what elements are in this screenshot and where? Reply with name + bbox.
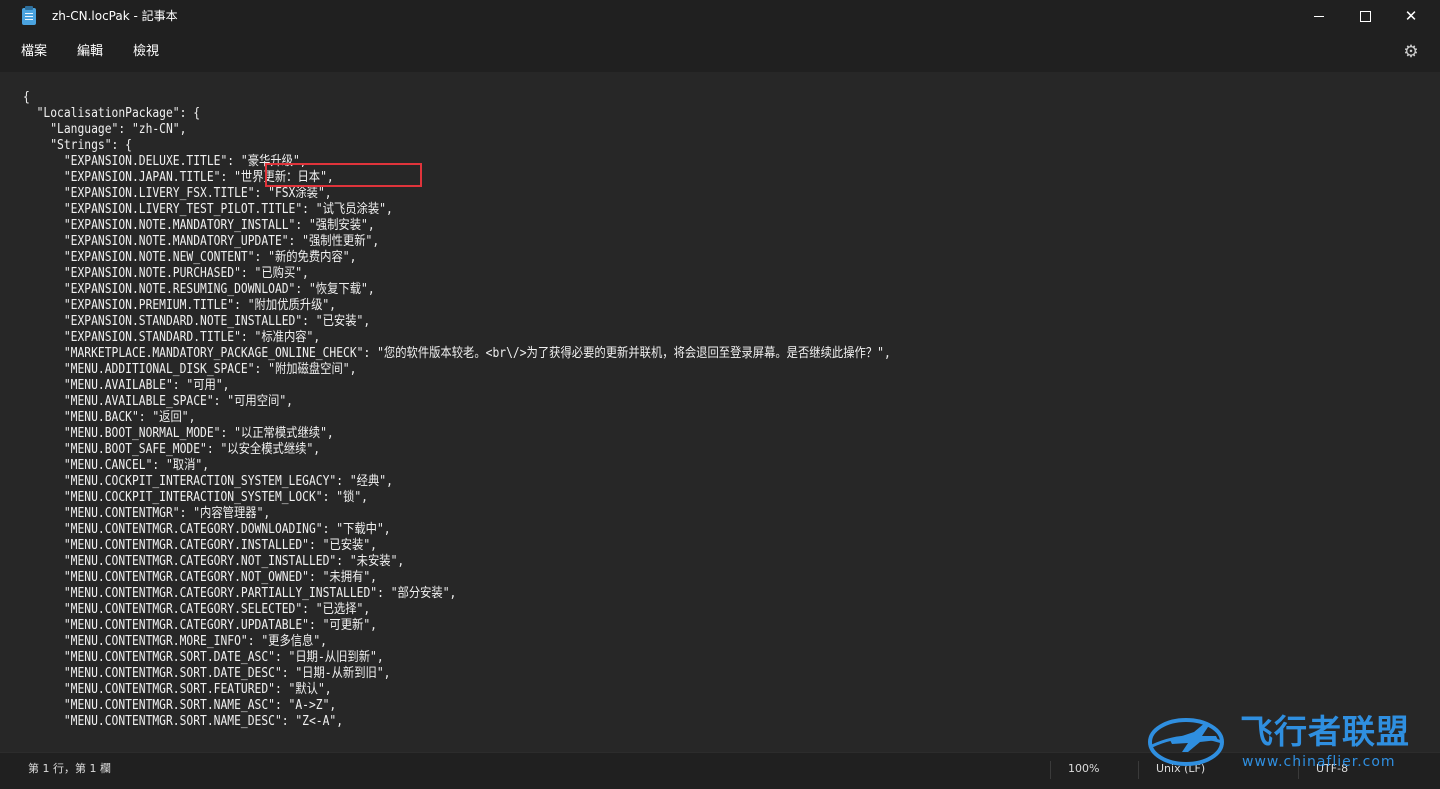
status-divider	[1050, 761, 1051, 779]
code-line[interactable]: "EXPANSION.NOTE.PURCHASED": "已购买",	[23, 266, 891, 282]
code-line[interactable]: "MENU.CONTENTMGR.MORE_INFO": "更多信息",	[23, 634, 891, 650]
code-line[interactable]: "EXPANSION.NOTE.MANDATORY_INSTALL": "强制安…	[23, 218, 891, 234]
editor-content[interactable]: { "LocalisationPackage": { "Language": "…	[23, 90, 891, 730]
notepad-icon	[22, 6, 36, 25]
minimize-button[interactable]	[1296, 0, 1342, 32]
cursor-position: 第 1 行，第 1 欄	[28, 762, 111, 775]
code-line[interactable]: "MENU.CONTENTMGR.SORT.FEATURED": "默认",	[23, 682, 891, 698]
code-line[interactable]: "EXPANSION.NOTE.MANDATORY_UPDATE": "强制性更…	[23, 234, 891, 250]
code-line[interactable]: "Strings": {	[23, 138, 891, 154]
code-line[interactable]: "MENU.ADDITIONAL_DISK_SPACE": "附加磁盘空间",	[23, 362, 891, 378]
code-line[interactable]: "MENU.COCKPIT_INTERACTION_SYSTEM_LOCK": …	[23, 490, 891, 506]
maximize-button[interactable]	[1342, 0, 1388, 32]
close-icon: ✕	[1404, 7, 1418, 25]
maximize-icon	[1359, 10, 1371, 22]
code-line[interactable]: "MENU.CONTENTMGR.CATEGORY.PARTIALLY_INST…	[23, 586, 891, 602]
zoom-level: 100%	[1068, 762, 1100, 775]
code-line[interactable]: "MENU.CONTENTMGR.CATEGORY.SELECTED": "已选…	[23, 602, 891, 618]
highlight-box	[265, 163, 422, 187]
window-title: zh-CN.locPak - 記事本	[52, 9, 178, 23]
code-line[interactable]: "MENU.COCKPIT_INTERACTION_SYSTEM_LEGACY"…	[23, 474, 891, 490]
code-line[interactable]: "MENU.BOOT_NORMAL_MODE": "以正常模式继续",	[23, 426, 891, 442]
code-line[interactable]: "MENU.AVAILABLE_SPACE": "可用空间",	[23, 394, 891, 410]
code-line[interactable]: "MENU.CANCEL": "取消",	[23, 458, 891, 474]
code-line[interactable]: "MENU.CONTENTMGR.SORT.DATE_ASC": "日期-从旧到…	[23, 650, 891, 666]
code-line[interactable]: "MENU.CONTENTMGR": "内容管理器",	[23, 506, 891, 522]
code-line[interactable]: "Language": "zh-CN",	[23, 122, 891, 138]
code-line[interactable]: "EXPANSION.PREMIUM.TITLE": "附加优质升级",	[23, 298, 891, 314]
code-line[interactable]: "MENU.CONTENTMGR.SORT.DATE_DESC": "日期-从新…	[23, 666, 891, 682]
code-line[interactable]: "MENU.CONTENTMGR.CATEGORY.INSTALLED": "已…	[23, 538, 891, 554]
code-line[interactable]: "MENU.CONTENTMGR.CATEGORY.DOWNLOADING": …	[23, 522, 891, 538]
code-line[interactable]: "MENU.CONTENTMGR.CATEGORY.UPDATABLE": "可…	[23, 618, 891, 634]
code-line[interactable]: "EXPANSION.STANDARD.NOTE_INSTALLED": "已安…	[23, 314, 891, 330]
code-line[interactable]: "MENU.BOOT_SAFE_MODE": "以安全模式继续",	[23, 442, 891, 458]
code-line[interactable]: "EXPANSION.DELUXE.TITLE": "豪华升级",	[23, 154, 891, 170]
code-line[interactable]: {	[23, 90, 891, 106]
code-line[interactable]: "MENU.CONTENTMGR.CATEGORY.NOT_INSTALLED"…	[23, 554, 891, 570]
code-line[interactable]: "MARKETPLACE.MANDATORY_PACKAGE_ONLINE_CH…	[23, 346, 891, 362]
minimize-icon	[1314, 15, 1324, 17]
status-divider	[1138, 761, 1139, 779]
menu-edit[interactable]: 編輯	[77, 44, 103, 60]
code-line[interactable]: "MENU.BACK": "返回",	[23, 410, 891, 426]
code-line[interactable]: "MENU.CONTENTMGR.SORT.NAME_ASC": "A->Z",	[23, 698, 891, 714]
vertical-scrollbar[interactable]	[1430, 72, 1440, 752]
code-line[interactable]: "EXPANSION.LIVERY_FSX.TITLE": "FSX涂装",	[23, 186, 891, 202]
title-bar[interactable]: zh-CN.locPak - 記事本 ✕	[0, 0, 1440, 32]
code-line[interactable]: "LocalisationPackage": {	[23, 106, 891, 122]
code-line[interactable]: "MENU.CONTENTMGR.SORT.NAME_DESC": "Z<-A"…	[23, 714, 891, 730]
code-line[interactable]: "EXPANSION.STANDARD.TITLE": "标准内容",	[23, 330, 891, 346]
code-line[interactable]: "EXPANSION.NOTE.NEW_CONTENT": "新的免费内容",	[23, 250, 891, 266]
code-line[interactable]: "EXPANSION.NOTE.RESUMING_DOWNLOAD": "恢复下…	[23, 282, 891, 298]
watermark-logo: 飞行者联盟 www.chinaflier.com	[1140, 708, 1430, 778]
airplane-globe-icon	[1148, 718, 1224, 766]
close-button[interactable]: ✕	[1388, 0, 1434, 32]
code-line[interactable]: "EXPANSION.JAPAN.TITLE": "世界更新：日本",	[23, 170, 891, 186]
notepad-window: zh-CN.locPak - 記事本 ✕ 檔案 編輯 檢視 ⚙ { "Local…	[0, 0, 1440, 789]
code-line[interactable]: "EXPANSION.LIVERY_TEST_PILOT.TITLE": "试飞…	[23, 202, 891, 218]
menu-view[interactable]: 檢視	[133, 44, 159, 60]
menu-file[interactable]: 檔案	[21, 44, 47, 60]
watermark-url: www.chinaflier.com	[1242, 754, 1396, 770]
code-line[interactable]: "MENU.CONTENTMGR.CATEGORY.NOT_OWNED": "未…	[23, 570, 891, 586]
code-line[interactable]: "MENU.AVAILABLE": "可用",	[23, 378, 891, 394]
watermark-title: 飞行者联盟	[1240, 712, 1410, 751]
menu-bar: 檔案 編輯 檢視 ⚙	[0, 32, 1440, 72]
gear-icon[interactable]: ⚙	[1401, 42, 1421, 62]
